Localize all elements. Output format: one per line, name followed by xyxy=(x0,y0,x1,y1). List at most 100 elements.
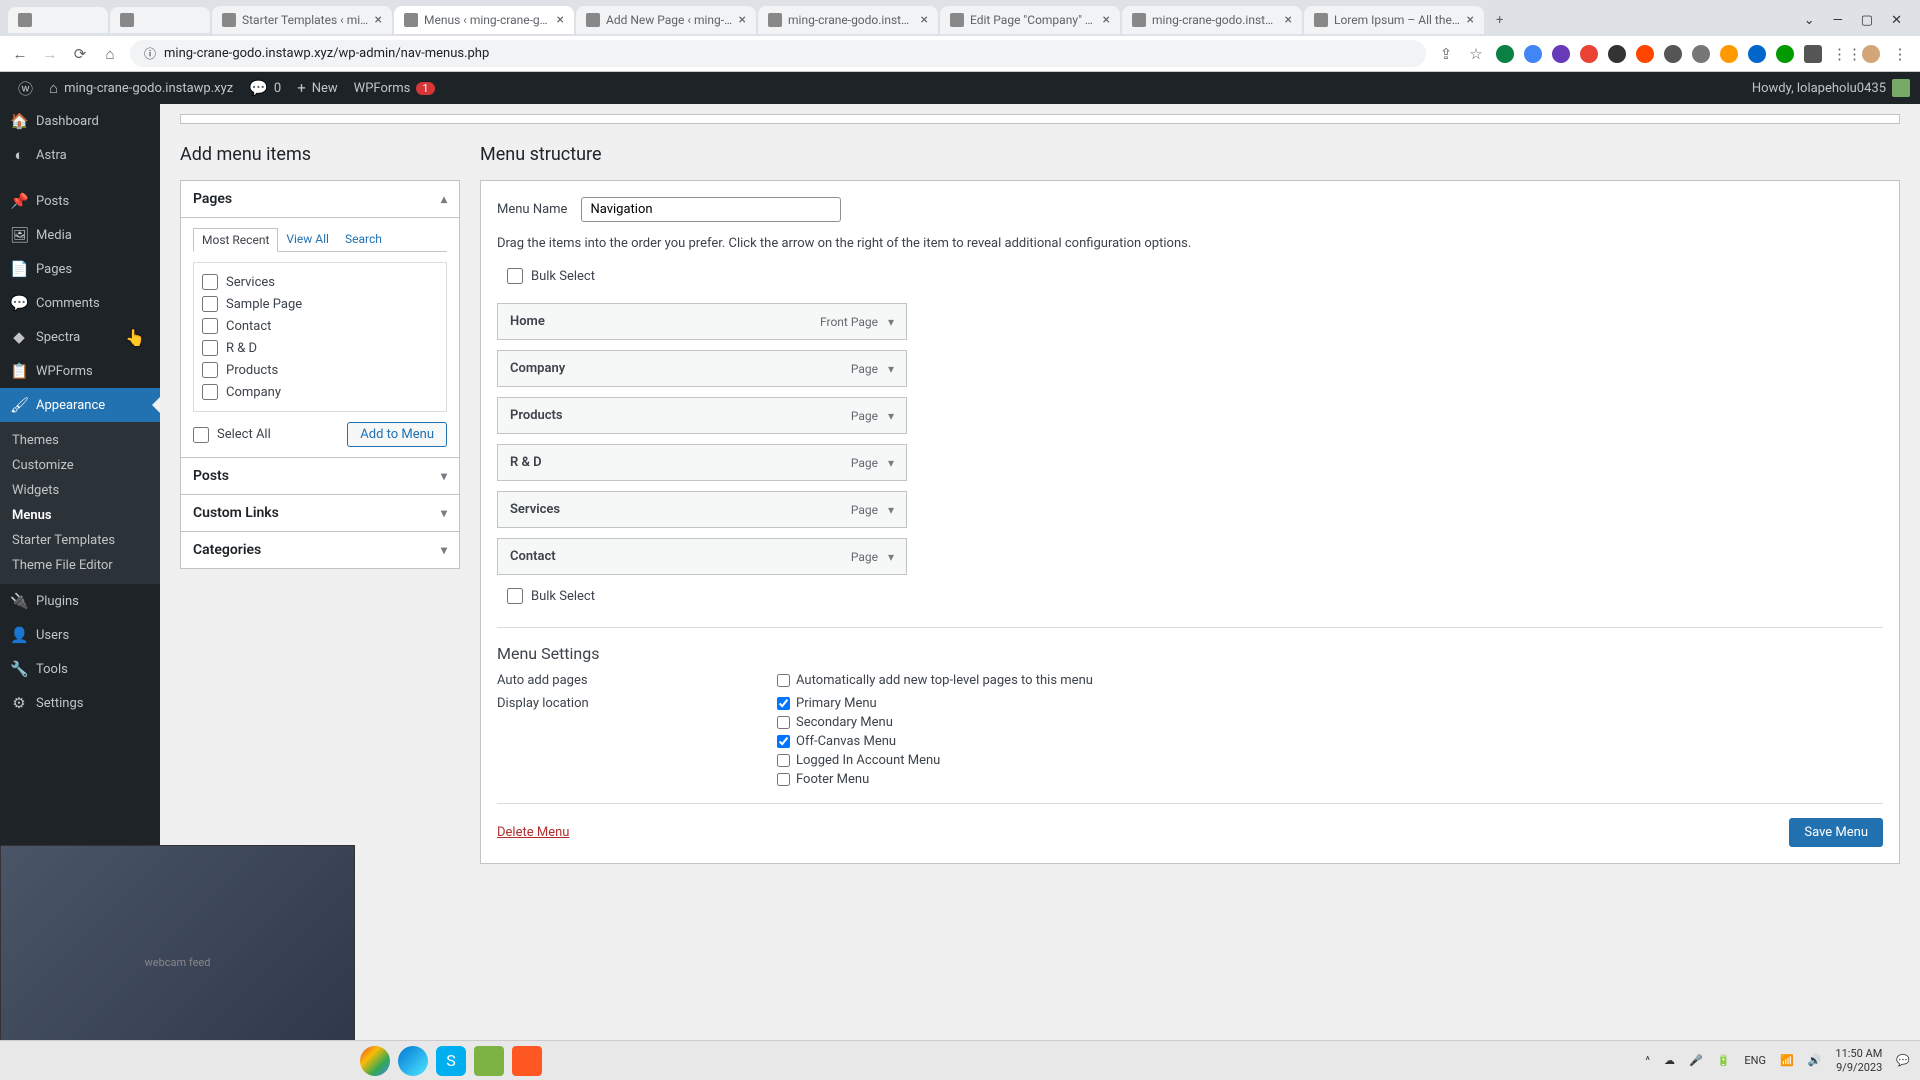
checkbox[interactable] xyxy=(202,318,218,334)
extension-icon[interactable] xyxy=(1496,45,1514,63)
tray-mic-icon[interactable]: 🎤 xyxy=(1689,1054,1703,1067)
tray-clock[interactable]: 11:50 AM 9/9/2023 xyxy=(1835,1047,1882,1073)
sidebar-item-media[interactable]: 🖼Media xyxy=(0,218,160,252)
tray-notifications-icon[interactable]: 💬 xyxy=(1896,1054,1910,1067)
extension-icon[interactable] xyxy=(1748,45,1766,63)
location-secondary[interactable]: Secondary Menu xyxy=(777,715,940,730)
taskbar-app-icon[interactable] xyxy=(512,1046,542,1076)
tray-onedrive-icon[interactable]: ☁ xyxy=(1664,1054,1675,1067)
browser-tab-3[interactable]: ming-crane-godo.instawp.xyz× xyxy=(758,6,938,34)
tray-volume-icon[interactable]: 🔊 xyxy=(1808,1054,1822,1067)
back-button[interactable]: ← xyxy=(10,45,30,63)
tray-wifi-icon[interactable]: 📶 xyxy=(1780,1054,1794,1067)
page-check-sample[interactable]: Sample Page xyxy=(202,293,438,315)
location-offcanvas[interactable]: Off-Canvas Menu xyxy=(777,734,940,749)
submenu-theme-file-editor[interactable]: Theme File Editor xyxy=(0,553,160,578)
menu-item-services[interactable]: ServicesPage▾ xyxy=(497,491,907,528)
close-window-button[interactable]: ✕ xyxy=(1891,13,1902,28)
menu-item-home[interactable]: HomeFront Page▾ xyxy=(497,303,907,340)
close-icon[interactable]: × xyxy=(1285,12,1292,28)
sidebar-item-plugins[interactable]: 🔌Plugins xyxy=(0,584,160,618)
extension-icon[interactable] xyxy=(1580,45,1598,63)
checkbox[interactable] xyxy=(777,674,790,687)
checkbox[interactable] xyxy=(777,754,790,767)
extension-icon[interactable] xyxy=(1776,45,1794,63)
new-tab-button[interactable]: + xyxy=(1486,7,1513,34)
taskbar-chrome-icon[interactable] xyxy=(360,1046,390,1076)
menu-item-products[interactable]: ProductsPage▾ xyxy=(497,397,907,434)
custom-links-toggle[interactable]: Custom Links ▾ xyxy=(181,495,459,531)
taskbar-app-icon[interactable] xyxy=(474,1046,504,1076)
checkbox[interactable] xyxy=(777,697,790,710)
checkbox[interactable] xyxy=(202,296,218,312)
submenu-menus[interactable]: Menus xyxy=(0,503,160,528)
tray-battery-icon[interactable]: 🔋 xyxy=(1717,1054,1731,1067)
submenu-customize[interactable]: Customize xyxy=(0,453,160,478)
checkbox[interactable] xyxy=(777,716,790,729)
menu-item-contact[interactable]: ContactPage▾ xyxy=(497,538,907,575)
checkbox[interactable] xyxy=(507,588,523,604)
posts-toggle[interactable]: Posts ▾ xyxy=(181,458,459,494)
extension-icon[interactable] xyxy=(1552,45,1570,63)
categories-toggle[interactable]: Categories ▾ xyxy=(181,532,459,568)
auto-add-option[interactable]: Automatically add new top-level pages to… xyxy=(777,673,1093,688)
close-icon[interactable]: × xyxy=(921,12,928,28)
checkbox[interactable] xyxy=(507,268,523,284)
extension-icon[interactable] xyxy=(1720,45,1738,63)
extension-icon[interactable] xyxy=(1692,45,1710,63)
chevron-down-icon[interactable]: ▾ xyxy=(888,550,894,564)
share-icon[interactable]: ⇪ xyxy=(1436,45,1456,63)
browser-tab-5[interactable]: ming-crane-godo.instawp.xyz× xyxy=(1122,6,1302,34)
reload-button[interactable]: ⟳ xyxy=(70,45,90,63)
sidebar-item-tools[interactable]: 🔧Tools xyxy=(0,652,160,686)
address-bar[interactable]: ⓘ ming-crane-godo.instawp.xyz/wp-admin/n… xyxy=(130,40,1426,67)
browser-tab-2[interactable]: Add New Page ‹ ming-cran× xyxy=(576,6,756,34)
comments-link[interactable]: 💬0 xyxy=(241,72,289,104)
sidebar-item-astra[interactable]: ◐Astra xyxy=(0,138,160,172)
extensions-menu-icon[interactable]: ⋮⋮ xyxy=(1832,45,1852,63)
checkbox[interactable] xyxy=(202,362,218,378)
select-all[interactable]: Select All xyxy=(193,424,271,446)
checkbox[interactable] xyxy=(202,384,218,400)
checkbox[interactable] xyxy=(202,340,218,356)
bulk-select-top[interactable]: Bulk Select xyxy=(507,265,1883,287)
sidebar-item-posts[interactable]: 📌Posts xyxy=(0,184,160,218)
page-check-company[interactable]: Company xyxy=(202,381,438,403)
checkbox[interactable] xyxy=(202,274,218,290)
taskbar-skype-icon[interactable]: S xyxy=(436,1046,466,1076)
page-check-services[interactable]: Services xyxy=(202,271,438,293)
sidebar-item-pages[interactable]: 📄Pages xyxy=(0,252,160,286)
site-info-icon[interactable]: ⓘ xyxy=(144,45,156,62)
save-menu-button[interactable]: Save Menu xyxy=(1789,818,1883,847)
chevron-down-icon[interactable]: ▾ xyxy=(888,503,894,517)
browser-tab-0[interactable]: Starter Templates ‹ ming-cran× xyxy=(212,6,392,34)
extension-icon[interactable] xyxy=(1608,45,1626,63)
sidebar-item-users[interactable]: 👤Users xyxy=(0,618,160,652)
page-check-rd[interactable]: R & D xyxy=(202,337,438,359)
wpforms-link[interactable]: WPForms1 xyxy=(346,72,443,104)
chevron-down-icon[interactable]: ⌄ xyxy=(1804,13,1815,28)
taskbar-edge-icon[interactable] xyxy=(398,1046,428,1076)
app-tab-1[interactable] xyxy=(110,7,210,33)
extension-icon[interactable] xyxy=(1804,45,1822,63)
forward-button[interactable]: → xyxy=(40,45,60,63)
sidebar-item-appearance[interactable]: 🖌Appearance xyxy=(0,388,160,422)
page-check-products[interactable]: Products xyxy=(202,359,438,381)
site-name[interactable]: ⌂ming-crane-godo.instawp.xyz xyxy=(41,72,241,104)
close-icon[interactable]: × xyxy=(375,12,382,28)
page-check-contact[interactable]: Contact xyxy=(202,315,438,337)
browser-tab-1[interactable]: Menus ‹ ming-crane-godo.× xyxy=(394,6,574,34)
tab-search[interactable]: Search xyxy=(337,228,390,251)
wp-logo[interactable]: ⓦ xyxy=(10,72,41,104)
minimize-button[interactable]: — xyxy=(1833,13,1843,28)
close-icon[interactable]: × xyxy=(557,12,564,28)
chevron-down-icon[interactable]: ▾ xyxy=(888,315,894,329)
extension-icon[interactable] xyxy=(1664,45,1682,63)
extension-icon[interactable] xyxy=(1636,45,1654,63)
location-primary[interactable]: Primary Menu xyxy=(777,696,940,711)
menu-item-company[interactable]: CompanyPage▾ xyxy=(497,350,907,387)
sidebar-item-dashboard[interactable]: 🏠Dashboard xyxy=(0,104,160,138)
pages-toggle[interactable]: Pages ▴ xyxy=(181,181,459,218)
checkbox[interactable] xyxy=(777,773,790,786)
sidebar-item-comments[interactable]: 💬Comments xyxy=(0,286,160,320)
